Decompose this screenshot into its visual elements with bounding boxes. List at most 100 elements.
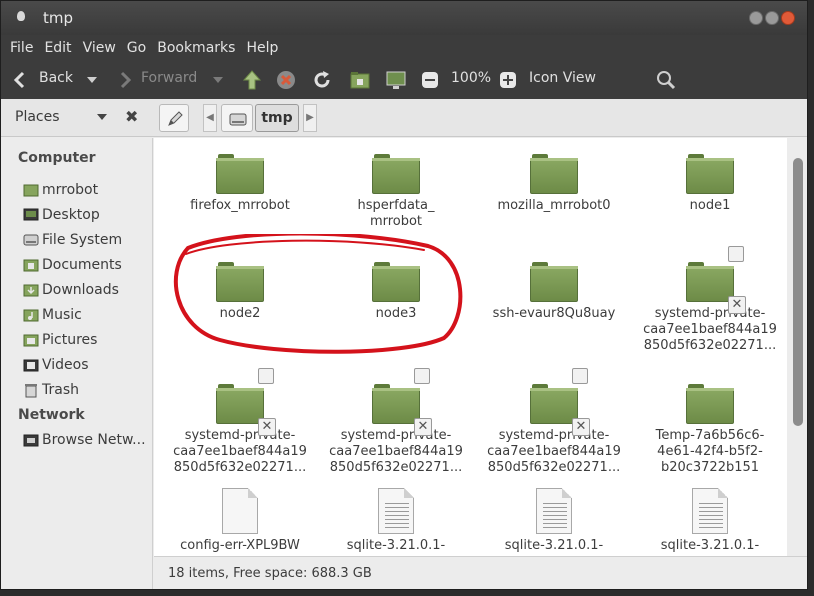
text-file-icon [378,488,414,534]
file-label: node3 [375,306,417,321]
file-label: node1 [689,198,731,213]
sidebar-item-music[interactable]: Music [23,307,82,323]
sidebar-item-label: Documents [42,257,122,273]
reload-icon[interactable] [311,69,333,91]
folder-icon [686,154,734,194]
home-folder-icon[interactable] [349,69,371,91]
menu-view[interactable]: View [83,40,116,56]
up-arrow-icon[interactable] [241,69,263,91]
toggle-location-entry-button[interactable] [159,104,189,132]
scrollbar-thumb[interactable] [793,158,803,426]
zoom-level: 100% [451,70,492,86]
sidebar-heading-network: Network [18,407,85,423]
file-item-node2[interactable]: node2 [170,262,310,322]
file-label: Temp-7a6b56c6- 4e61-42f4-b5f2- b20c3722b… [655,428,765,475]
pictures-folder-icon [23,334,39,347]
status-text: 18 items, Free space: 688.3 GB [168,566,372,581]
close-sidebar-icon[interactable]: ✖ [125,107,138,126]
folder-icon [530,154,578,194]
file-item-config-err-xpl9bw[interactable]: config-err-XPL9BW [170,488,310,554]
sidebar-item-videos[interactable]: Videos [23,357,89,373]
file-label: systemd-private- caa7ee1baef844a19 850d5… [329,428,463,475]
file-item-node1[interactable]: node1 [640,154,780,214]
sidebar-item-browse-network[interactable]: Browse Netw... [23,432,146,448]
empty-file-icon [222,488,258,534]
folder-icon [216,154,264,194]
path-root-button[interactable] [221,104,253,132]
file-label: ssh-evaur8Qu8uay [492,306,616,321]
folder-icon [686,384,734,424]
folder-icon [216,262,264,302]
unreadable-emblem-icon: ✕ [572,418,590,436]
sidebar-item-desktop[interactable]: Desktop [23,207,100,223]
sidebar-item-pictures[interactable]: Pictures [23,332,97,348]
home-folder-icon [23,184,39,197]
folder-icon: ✕ [372,368,432,436]
documents-folder-icon [23,259,39,272]
lock-emblem-icon [258,368,274,384]
zoom-out-icon[interactable] [421,71,439,89]
menu-go[interactable]: Go [127,40,146,56]
file-item-sqlite-3[interactable]: sqlite-3.21.0.1- [640,488,780,554]
sidebar-mode-selector[interactable]: Places [15,109,60,125]
file-item-temp-7a6b56c6[interactable]: Temp-7a6b56c6- 4e61-42f4-b5f2- b20c3722b… [640,384,780,476]
file-item-firefox-mrrobot[interactable]: firefox_mrrobot [170,154,310,214]
menu-edit[interactable]: Edit [44,40,71,56]
sidebar-item-trash[interactable]: Trash [23,382,79,398]
folder-icon: ✕ [530,368,590,436]
sidebar-item-label: mrrobot [42,182,99,198]
zoom-in-icon[interactable] [499,71,517,89]
file-item-systemd-private-1[interactable]: ✕ systemd-private- caa7ee1baef844a19 850… [640,246,780,354]
file-item-sqlite-1[interactable]: sqlite-3.21.0.1- [326,488,466,554]
forward-button[interactable]: Forward [141,70,197,86]
view-mode-selector[interactable]: Icon View [529,70,596,86]
forward-arrow-icon[interactable] [119,71,131,89]
lock-emblem-icon [572,368,588,384]
sidebar-item-mrrobot[interactable]: mrrobot [23,182,98,198]
file-item-ssh-evaur8qu8uay[interactable]: ssh-evaur8Qu8uay [484,262,624,322]
file-view[interactable]: firefox_mrrobot hsperfdata_ mrrobot mozi… [154,138,787,556]
file-label: mozilla_mrrobot0 [497,198,611,213]
file-item-node3[interactable]: node3 [326,262,466,322]
sidebar-item-downloads[interactable]: Downloads [23,282,119,298]
menu-help[interactable]: Help [246,40,278,56]
sidebar-heading-computer: Computer [18,150,96,166]
unreadable-emblem-icon: ✕ [258,418,276,436]
file-item-systemd-private-3[interactable]: ✕ systemd-private- caa7ee1baef844a19 850… [326,368,466,476]
path-scroll-right-button[interactable]: ▶ [303,104,317,132]
path-scroll-left-button[interactable]: ◀ [203,104,217,132]
back-button[interactable]: Back [39,70,73,86]
stop-icon[interactable] [275,69,297,91]
file-item-systemd-private-2[interactable]: ✕ systemd-private- caa7ee1baef844a19 850… [170,368,310,476]
minimize-button[interactable] [749,11,763,25]
folder-icon [372,154,420,194]
drive-icon [23,234,39,246]
close-button[interactable] [781,11,795,25]
menu-bar: File Edit View Go Bookmarks Help [1,35,807,61]
menu-bookmarks[interactable]: Bookmarks [157,40,235,56]
title-bar[interactable]: tmp [1,1,807,35]
file-label: sqlite-3.21.0.1- [346,538,446,553]
sidebar-item-file-system[interactable]: File System [23,232,122,248]
file-label: hsperfdata_ mrrobot [357,198,435,229]
menu-file[interactable]: File [10,40,33,56]
sidebar-mode-dropdown-icon[interactable] [97,114,107,120]
back-history-dropdown-icon[interactable] [87,77,97,83]
maximize-button[interactable] [765,11,779,25]
computer-icon[interactable] [385,69,407,91]
search-icon[interactable] [655,69,677,91]
file-label: systemd-private- caa7ee1baef844a19 850d5… [643,306,777,353]
sidebar-item-documents[interactable]: Documents [23,257,122,273]
window-menu-icon[interactable] [17,11,25,21]
file-item-mozilla-mrrobot0[interactable]: mozilla_mrrobot0 [484,154,624,214]
file-label: config-err-XPL9BW [180,538,300,553]
sidebar-item-label: Trash [42,382,79,398]
sidebar-item-label: Browse Netw... [42,432,146,448]
file-item-systemd-private-4[interactable]: ✕ systemd-private- caa7ee1baef844a19 850… [484,368,624,476]
forward-history-dropdown-icon[interactable] [213,77,223,83]
back-arrow-icon[interactable] [13,71,27,89]
file-item-hsperfdata-mrrobot[interactable]: hsperfdata_ mrrobot [326,154,466,230]
file-label: systemd-private- caa7ee1baef844a19 850d5… [173,428,307,475]
path-button-tmp[interactable]: tmp [255,104,299,132]
file-item-sqlite-2[interactable]: sqlite-3.21.0.1- [484,488,624,554]
